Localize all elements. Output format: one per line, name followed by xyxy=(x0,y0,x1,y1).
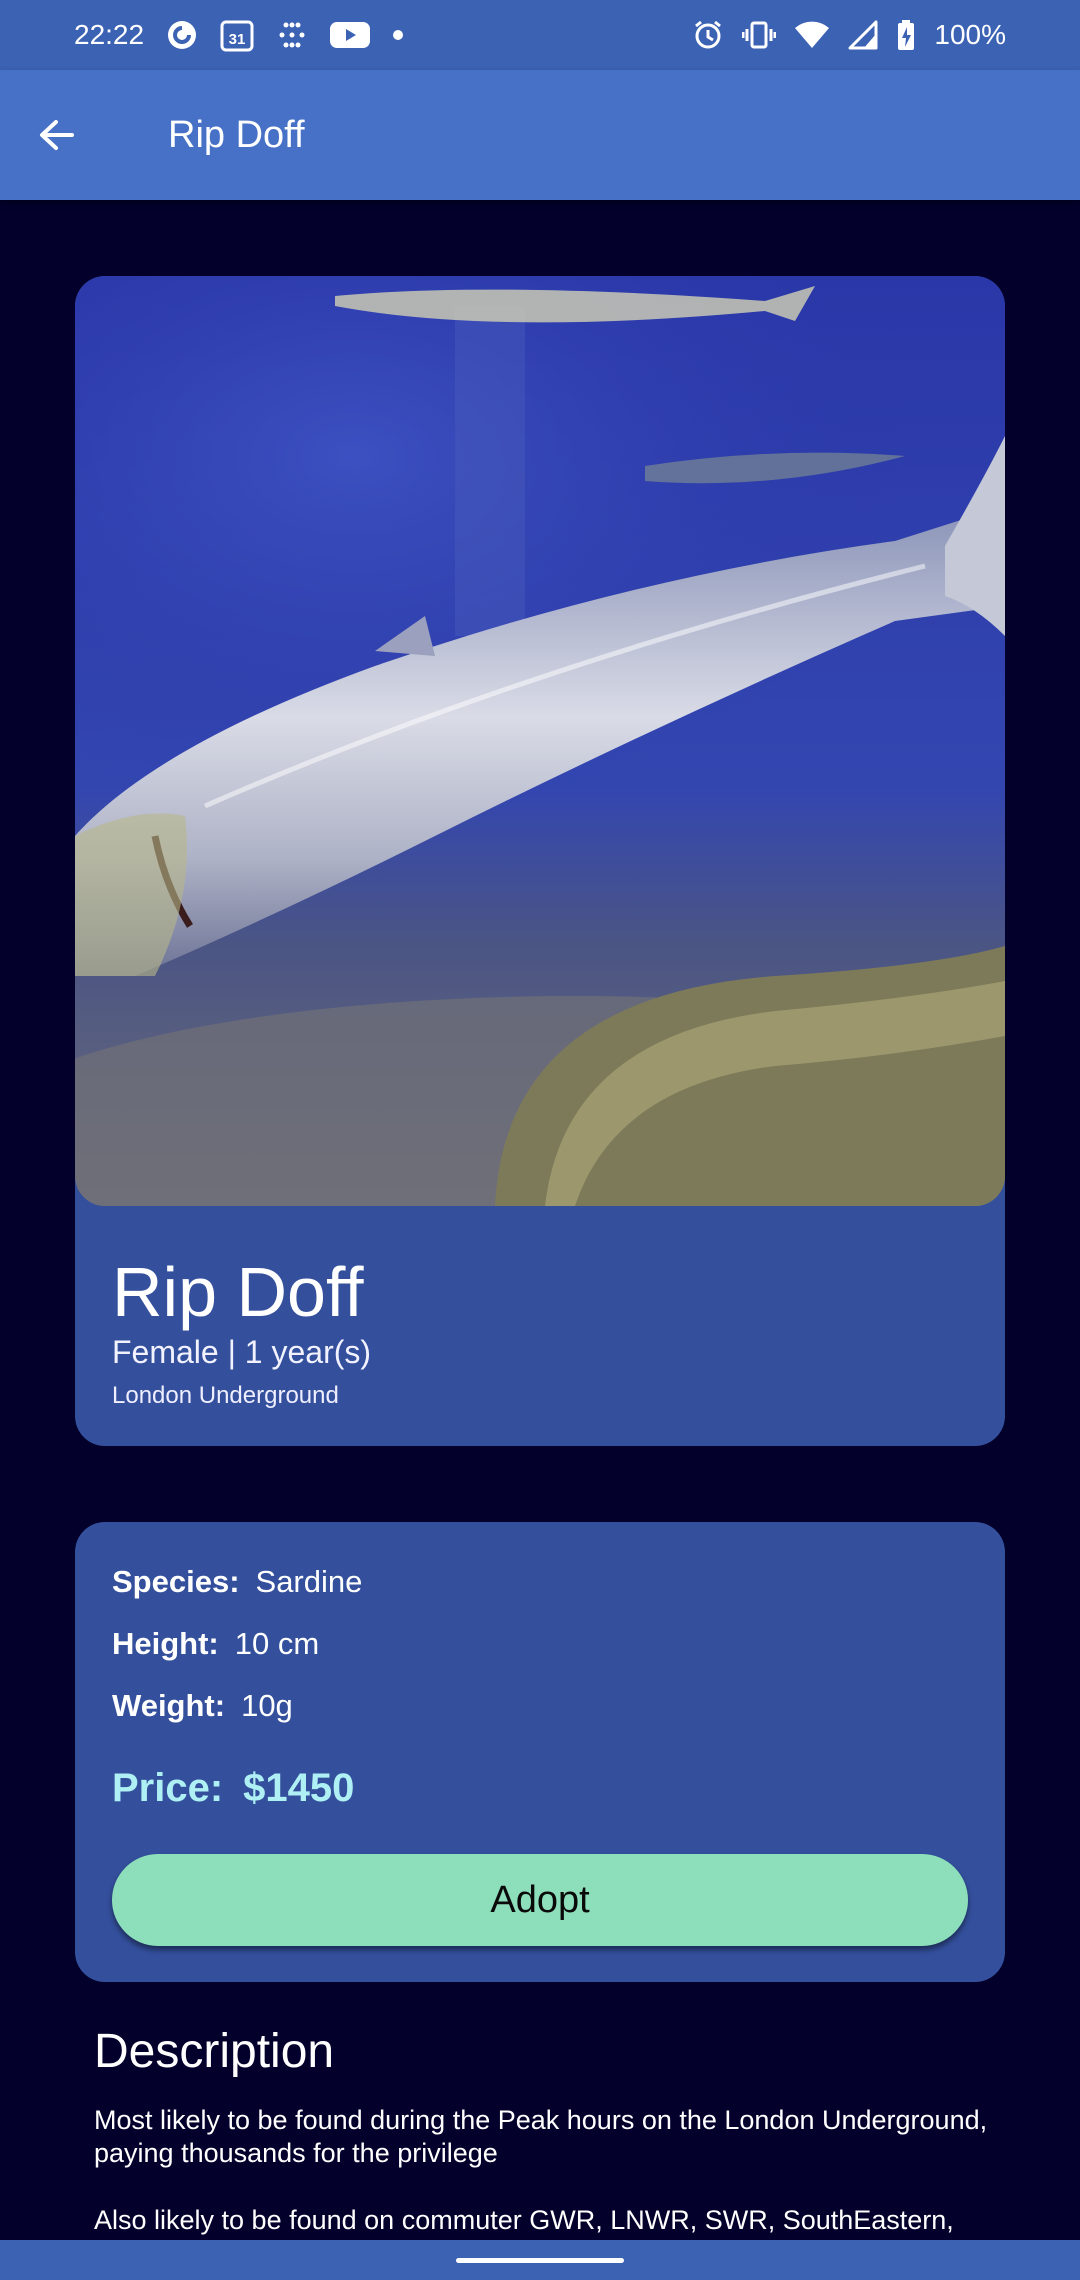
page-title: Rip Doff xyxy=(168,113,305,156)
alarm-icon xyxy=(692,19,724,51)
youtube-icon xyxy=(330,20,371,50)
status-bar: 22:22 31 100% xyxy=(0,0,1080,70)
description-title: Description xyxy=(94,2025,335,2078)
price-label: Price: xyxy=(112,1766,224,1810)
height-row: Height: 10 cm xyxy=(112,1626,319,1662)
vibrate-icon xyxy=(742,20,777,50)
pocket-casts-icon xyxy=(166,19,198,51)
battery-charging-icon xyxy=(896,19,916,51)
pet-location: London Underground xyxy=(112,1382,339,1409)
pet-summary-card: Rip Doff Female | 1 year(s) London Under… xyxy=(75,276,1005,1446)
back-button[interactable] xyxy=(0,70,112,200)
battery-percent: 100% xyxy=(934,19,1006,50)
pet-name: Rip Doff xyxy=(112,1253,364,1331)
species-value: Sardine xyxy=(255,1564,363,1599)
status-time: 22:22 xyxy=(74,19,145,50)
wifi-icon xyxy=(794,20,830,50)
calendar-icon: 31 xyxy=(220,18,254,52)
weight-label: Weight: xyxy=(112,1688,226,1723)
description-paragraph-2: Also likely to be found on commuter GWR,… xyxy=(94,2205,954,2235)
weight-row: Weight: 10g xyxy=(112,1688,293,1724)
height-label: Height: xyxy=(112,1626,219,1661)
signal-icon xyxy=(848,20,878,50)
price-value: $1450 xyxy=(243,1766,355,1810)
species-label: Species: xyxy=(112,1564,240,1599)
height-value: 10 cm xyxy=(234,1626,320,1661)
app-bar: Rip Doff xyxy=(0,70,1080,200)
pet-photo xyxy=(75,276,1005,1206)
weight-value: 10g xyxy=(241,1688,293,1723)
price-row: Price: $1450 xyxy=(112,1766,354,1811)
description-paragraph-1: Most likely to be found during the Peak … xyxy=(94,2105,988,2168)
slack-icon xyxy=(276,19,308,51)
pet-details-card: Species: Sardine Height: 10 cm Weight: 1… xyxy=(75,1522,1005,1982)
svg-text:31: 31 xyxy=(229,31,246,48)
home-gesture-handle[interactable] xyxy=(456,2258,624,2263)
pet-gender-age: Female | 1 year(s) xyxy=(112,1334,372,1370)
arrow-back-icon xyxy=(40,120,74,150)
species-row: Species: Sardine xyxy=(112,1564,362,1600)
system-nav-bar xyxy=(0,2240,1080,2280)
notification-dot-icon xyxy=(392,29,404,41)
adopt-button[interactable]: Adopt xyxy=(112,1854,968,1946)
